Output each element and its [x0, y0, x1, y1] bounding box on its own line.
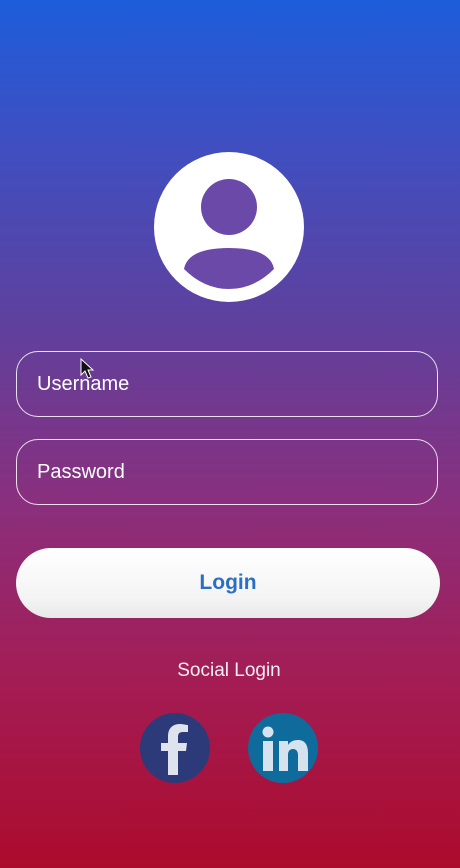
login-button[interactable]: Login — [16, 548, 440, 618]
linkedin-icon — [262, 726, 308, 771]
linkedin-login-button[interactable] — [248, 713, 318, 783]
user-profile-icon — [154, 152, 304, 302]
social-login-label: Social Login — [177, 660, 281, 681]
password-input[interactable] — [17, 440, 437, 504]
password-field[interactable] — [16, 439, 438, 505]
login-screen: Login Social Login — [0, 0, 460, 868]
mouse-cursor-icon — [80, 358, 95, 379]
facebook-login-button[interactable] — [140, 713, 210, 783]
facebook-icon — [161, 724, 188, 775]
